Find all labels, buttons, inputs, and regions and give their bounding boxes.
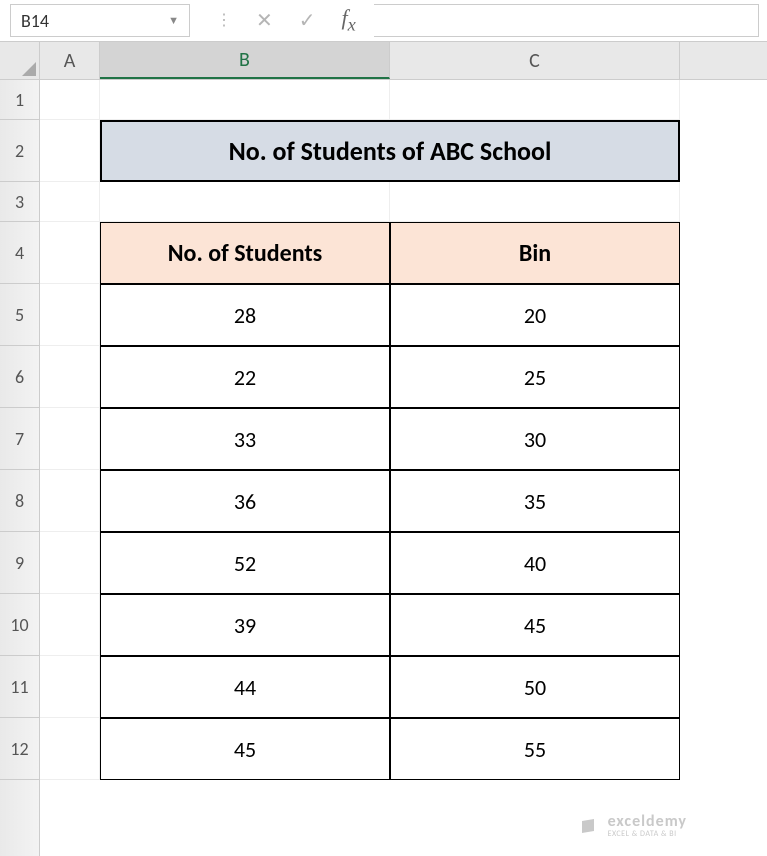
cell-a1[interactable]: [40, 80, 100, 120]
header-students[interactable]: No. of Students: [100, 222, 390, 284]
name-box[interactable]: B14 ▼: [10, 4, 190, 37]
cell-a4[interactable]: [40, 222, 100, 284]
cell-a3[interactable]: [40, 182, 100, 222]
cell-a5[interactable]: [40, 284, 100, 346]
col-header-b[interactable]: B: [100, 42, 390, 79]
cell-a11[interactable]: [40, 656, 100, 718]
cell-value: 55: [524, 736, 546, 763]
row-header-2[interactable]: 2: [0, 120, 39, 182]
cell-value: 40: [524, 550, 546, 577]
header-students-label: No. of Students: [168, 239, 323, 268]
cell-value: 50: [524, 674, 546, 701]
row-header-4[interactable]: 4: [0, 222, 39, 284]
cell-value: 20: [524, 302, 546, 329]
cell-b10[interactable]: 39: [100, 594, 390, 656]
cell-value: 45: [234, 736, 256, 763]
row-header-12[interactable]: 12: [0, 718, 39, 780]
watermark-brand: exceldemy: [608, 814, 687, 830]
col-headers: A B C: [40, 42, 767, 80]
cell-value: 45: [524, 612, 546, 639]
cancel-icon[interactable]: ✕: [256, 11, 273, 31]
drag-handle-icon[interactable]: ⋮: [216, 13, 230, 29]
cell-a7[interactable]: [40, 408, 100, 470]
select-all-cell[interactable]: [0, 42, 39, 80]
cell-b1[interactable]: [100, 80, 390, 120]
cell-c3[interactable]: [390, 182, 680, 222]
cell-b12[interactable]: 45: [100, 718, 390, 780]
watermark-cube-icon: [580, 816, 600, 836]
row-header-10[interactable]: 10: [0, 594, 39, 656]
cell-a6[interactable]: [40, 346, 100, 408]
watermark-tag: EXCEL & DATA & BI: [608, 830, 687, 838]
cell-c9[interactable]: 40: [390, 532, 680, 594]
sheet: 1 2 3 4 5 6 7 8 9 10 11 12 A B C: [0, 42, 767, 856]
cell-a10[interactable]: [40, 594, 100, 656]
fx-icon[interactable]: fx: [342, 7, 356, 34]
cell-b11[interactable]: 44: [100, 656, 390, 718]
cell-value: 25: [524, 364, 546, 391]
cell-b5[interactable]: 28: [100, 284, 390, 346]
cell-b6[interactable]: 22: [100, 346, 390, 408]
row-header-9[interactable]: 9: [0, 532, 39, 594]
col-header-c[interactable]: C: [390, 42, 680, 79]
cell-c10[interactable]: 45: [390, 594, 680, 656]
row-header-8[interactable]: 8: [0, 470, 39, 532]
cell-a9[interactable]: [40, 532, 100, 594]
select-all-icon: [22, 62, 36, 76]
row-header-11[interactable]: 11: [0, 656, 39, 718]
cell-value: 35: [524, 488, 546, 515]
cell-value: 30: [524, 426, 546, 453]
cell-b8[interactable]: 36: [100, 470, 390, 532]
cell-b9[interactable]: 52: [100, 532, 390, 594]
cell-c1[interactable]: [390, 80, 680, 120]
cell-b7[interactable]: 33: [100, 408, 390, 470]
cell-value: 44: [234, 674, 256, 701]
name-box-value: B14: [21, 10, 49, 32]
cell-c11[interactable]: 50: [390, 656, 680, 718]
cell-value: 36: [234, 488, 256, 515]
cell-value: 39: [234, 612, 256, 639]
cell-a8[interactable]: [40, 470, 100, 532]
cell-c8[interactable]: 35: [390, 470, 680, 532]
cell-c5[interactable]: 20: [390, 284, 680, 346]
cell-a2[interactable]: [40, 120, 100, 182]
watermark: exceldemy EXCEL & DATA & BI: [580, 814, 687, 838]
header-bin-label: Bin: [519, 239, 551, 268]
col-header-a[interactable]: A: [40, 42, 100, 79]
row-header-1[interactable]: 1: [0, 80, 39, 120]
formula-bar-icons: ⋮ ✕ ✓ fx: [198, 4, 374, 37]
row-header-5[interactable]: 5: [0, 284, 39, 346]
cell-b3[interactable]: [100, 182, 390, 222]
cell-a12[interactable]: [40, 718, 100, 780]
chevron-down-icon[interactable]: ▼: [168, 14, 179, 27]
cell-value: 52: [234, 550, 256, 577]
title-cell[interactable]: No. of Students of ABC School: [100, 120, 680, 182]
row-header-7[interactable]: 7: [0, 408, 39, 470]
title-text: No. of Students of ABC School: [229, 135, 552, 167]
cell-c7[interactable]: 30: [390, 408, 680, 470]
formula-bar: B14 ▼ ⋮ ✕ ✓ fx: [0, 0, 767, 42]
cell-c12[interactable]: 55: [390, 718, 680, 780]
cell-value: 22: [234, 364, 256, 391]
header-bin[interactable]: Bin: [390, 222, 680, 284]
row-header-3[interactable]: 3: [0, 182, 39, 222]
row-header-6[interactable]: 6: [0, 346, 39, 408]
cell-value: 33: [234, 426, 256, 453]
grid[interactable]: No. of Students of ABC School No. of Stu…: [40, 80, 767, 856]
row-headers: 1 2 3 4 5 6 7 8 9 10 11 12: [0, 42, 40, 856]
cell-value: 28: [234, 302, 256, 329]
enter-icon[interactable]: ✓: [299, 11, 316, 31]
formula-input[interactable]: [374, 4, 759, 37]
cell-c6[interactable]: 25: [390, 346, 680, 408]
